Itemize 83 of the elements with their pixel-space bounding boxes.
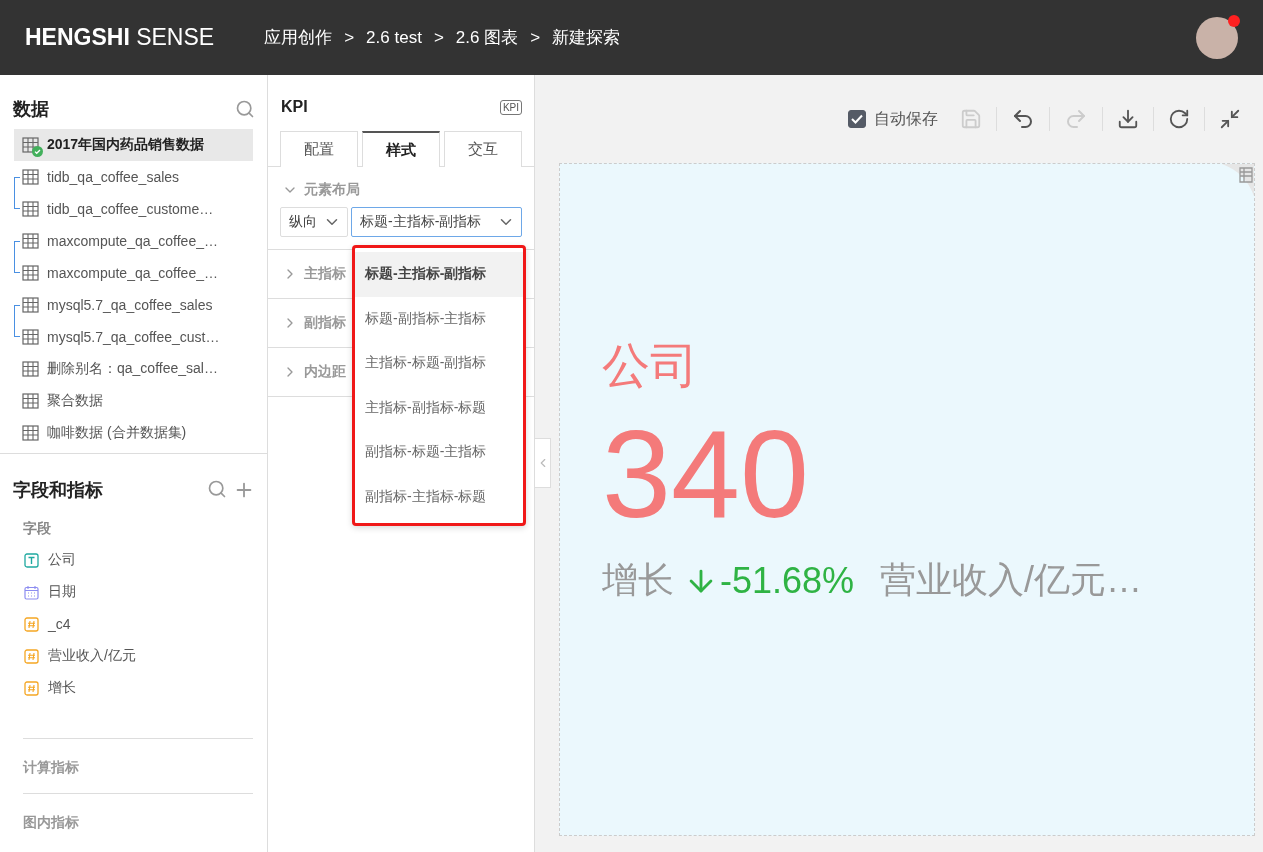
user-avatar[interactable]	[1196, 16, 1238, 59]
dataset-name: tidb_qa_coffee_custome…	[47, 201, 214, 217]
dropdown-option[interactable]: 标题-主指标-副指标	[355, 252, 523, 297]
table-icon	[22, 425, 39, 441]
dataset-item[interactable]: 聚合数据	[14, 385, 253, 417]
download-icon	[1117, 108, 1139, 130]
table-icon	[22, 297, 39, 313]
table-icon	[22, 361, 39, 377]
chart-type-title: KPI	[281, 98, 308, 116]
dataset-item[interactable]: mysql5.7_qa_coffee_sales	[14, 289, 253, 321]
search-icon[interactable]	[235, 99, 255, 119]
dataset-item[interactable]: 咖啡数据 (合并数据集)	[14, 417, 253, 449]
autosave-checkbox[interactable]: 自动保存	[848, 108, 946, 130]
kpi-extra-label: 营业收入/亿元…	[880, 558, 1143, 603]
dataset-name: 聚合数据	[47, 392, 103, 410]
group-bracket	[14, 241, 20, 273]
collapse-arrows-icon	[1219, 108, 1241, 130]
dataset-item[interactable]: 2017年国内药品销售数据	[14, 129, 253, 161]
field-item[interactable]: 公司	[0, 544, 267, 576]
kpi-badge: KPI	[499, 99, 522, 115]
redo-icon	[1064, 107, 1088, 131]
dropdown-option[interactable]: 主指标-副指标-标题	[355, 385, 523, 430]
field-name: _c4	[48, 616, 71, 632]
dataset-name: tidb_qa_coffee_sales	[47, 169, 180, 185]
dataset-item[interactable]: mysql5.7_qa_coffee_cust…	[14, 321, 253, 353]
save-icon	[960, 108, 982, 130]
field-name: 日期	[48, 583, 76, 601]
table-icon	[22, 233, 39, 249]
dataset-name: 2017年国内药品销售数据	[47, 136, 205, 154]
search-icon[interactable]	[207, 479, 227, 499]
dataset-item[interactable]: tidb_qa_coffee_custome…	[14, 193, 253, 225]
dataset-name: maxcompute_qa_coffee_…	[47, 265, 218, 281]
dropdown-option[interactable]: 标题-副指标-主指标	[355, 296, 523, 341]
tab[interactable]: 配置	[280, 131, 358, 167]
field-name: 增长	[48, 679, 76, 697]
field-item[interactable]: _c4	[0, 608, 267, 640]
breadcrumb-link[interactable]: 应用创作	[264, 26, 333, 49]
tab[interactable]: 交互	[444, 131, 522, 167]
group-bracket	[14, 177, 20, 209]
dataset-name: 删除别名：qa_coffee_sal…	[47, 360, 218, 378]
table-icon	[22, 393, 39, 409]
breadcrumb-link[interactable]: 2.6 test	[366, 27, 422, 48]
dropdown-option[interactable]: 副指标-主指标-标题	[355, 474, 523, 519]
field-item[interactable]: 增长	[0, 672, 267, 704]
field-name: 营业收入/亿元	[48, 647, 136, 665]
breadcrumb-separator: >	[433, 27, 444, 48]
dataset-item[interactable]: tidb_qa_coffee_sales	[14, 161, 253, 193]
table-icon	[22, 169, 39, 185]
table-icon	[22, 201, 39, 217]
kpi-value: 340	[602, 403, 810, 545]
group-label: 字段	[22, 519, 52, 538]
group-bracket	[14, 305, 20, 337]
refresh-icon	[1168, 108, 1190, 130]
breadcrumb-link[interactable]: 新建探索	[552, 26, 621, 49]
dataset-name: maxcompute_qa_coffee_…	[47, 233, 218, 249]
field-name: 公司	[48, 551, 76, 569]
dataset-name: 咖啡数据 (合并数据集)	[47, 424, 187, 442]
field-item[interactable]: 日期	[0, 576, 267, 608]
collapse-handle[interactable]	[535, 438, 551, 488]
breadcrumb-separator: >	[530, 27, 541, 48]
breadcrumb-link[interactable]: 2.6 图表	[455, 26, 519, 49]
dataset-item[interactable]: maxcompute_qa_coffee_…	[14, 257, 253, 289]
dropdown-option[interactable]: 副指标-标题-主指标	[355, 430, 523, 475]
dataset-name: mysql5.7_qa_coffee_cust…	[47, 329, 220, 345]
order-select[interactable]: 标题-主指标-副指标	[351, 207, 522, 237]
panel-title: 数据	[13, 98, 49, 121]
dataset-item[interactable]: 删除别名：qa_coffee_sal…	[14, 353, 253, 385]
kpi-change: -51.68%	[684, 559, 855, 602]
dataset-item[interactable]: maxcompute_qa_coffee_…	[14, 225, 253, 257]
dataset-name: mysql5.7_qa_coffee_sales	[47, 297, 213, 313]
kpi-title: 公司	[602, 337, 699, 394]
kpi-sub-label: 增长	[602, 558, 674, 603]
logo: HENGSHI SENSE	[25, 24, 215, 51]
dropdown-option[interactable]: 主指标-标题-副指标	[355, 341, 523, 386]
tab[interactable]: 样式	[362, 131, 440, 167]
panel-title: 字段和指标	[13, 479, 103, 502]
direction-select[interactable]: 纵向	[280, 207, 348, 237]
field-item[interactable]: 营业收入/亿元	[0, 640, 267, 672]
table-icon	[22, 265, 39, 281]
undo-icon	[1011, 107, 1035, 131]
breadcrumb-separator: >	[344, 27, 355, 48]
table-icon	[22, 329, 39, 345]
checkmark-icon	[851, 114, 863, 124]
